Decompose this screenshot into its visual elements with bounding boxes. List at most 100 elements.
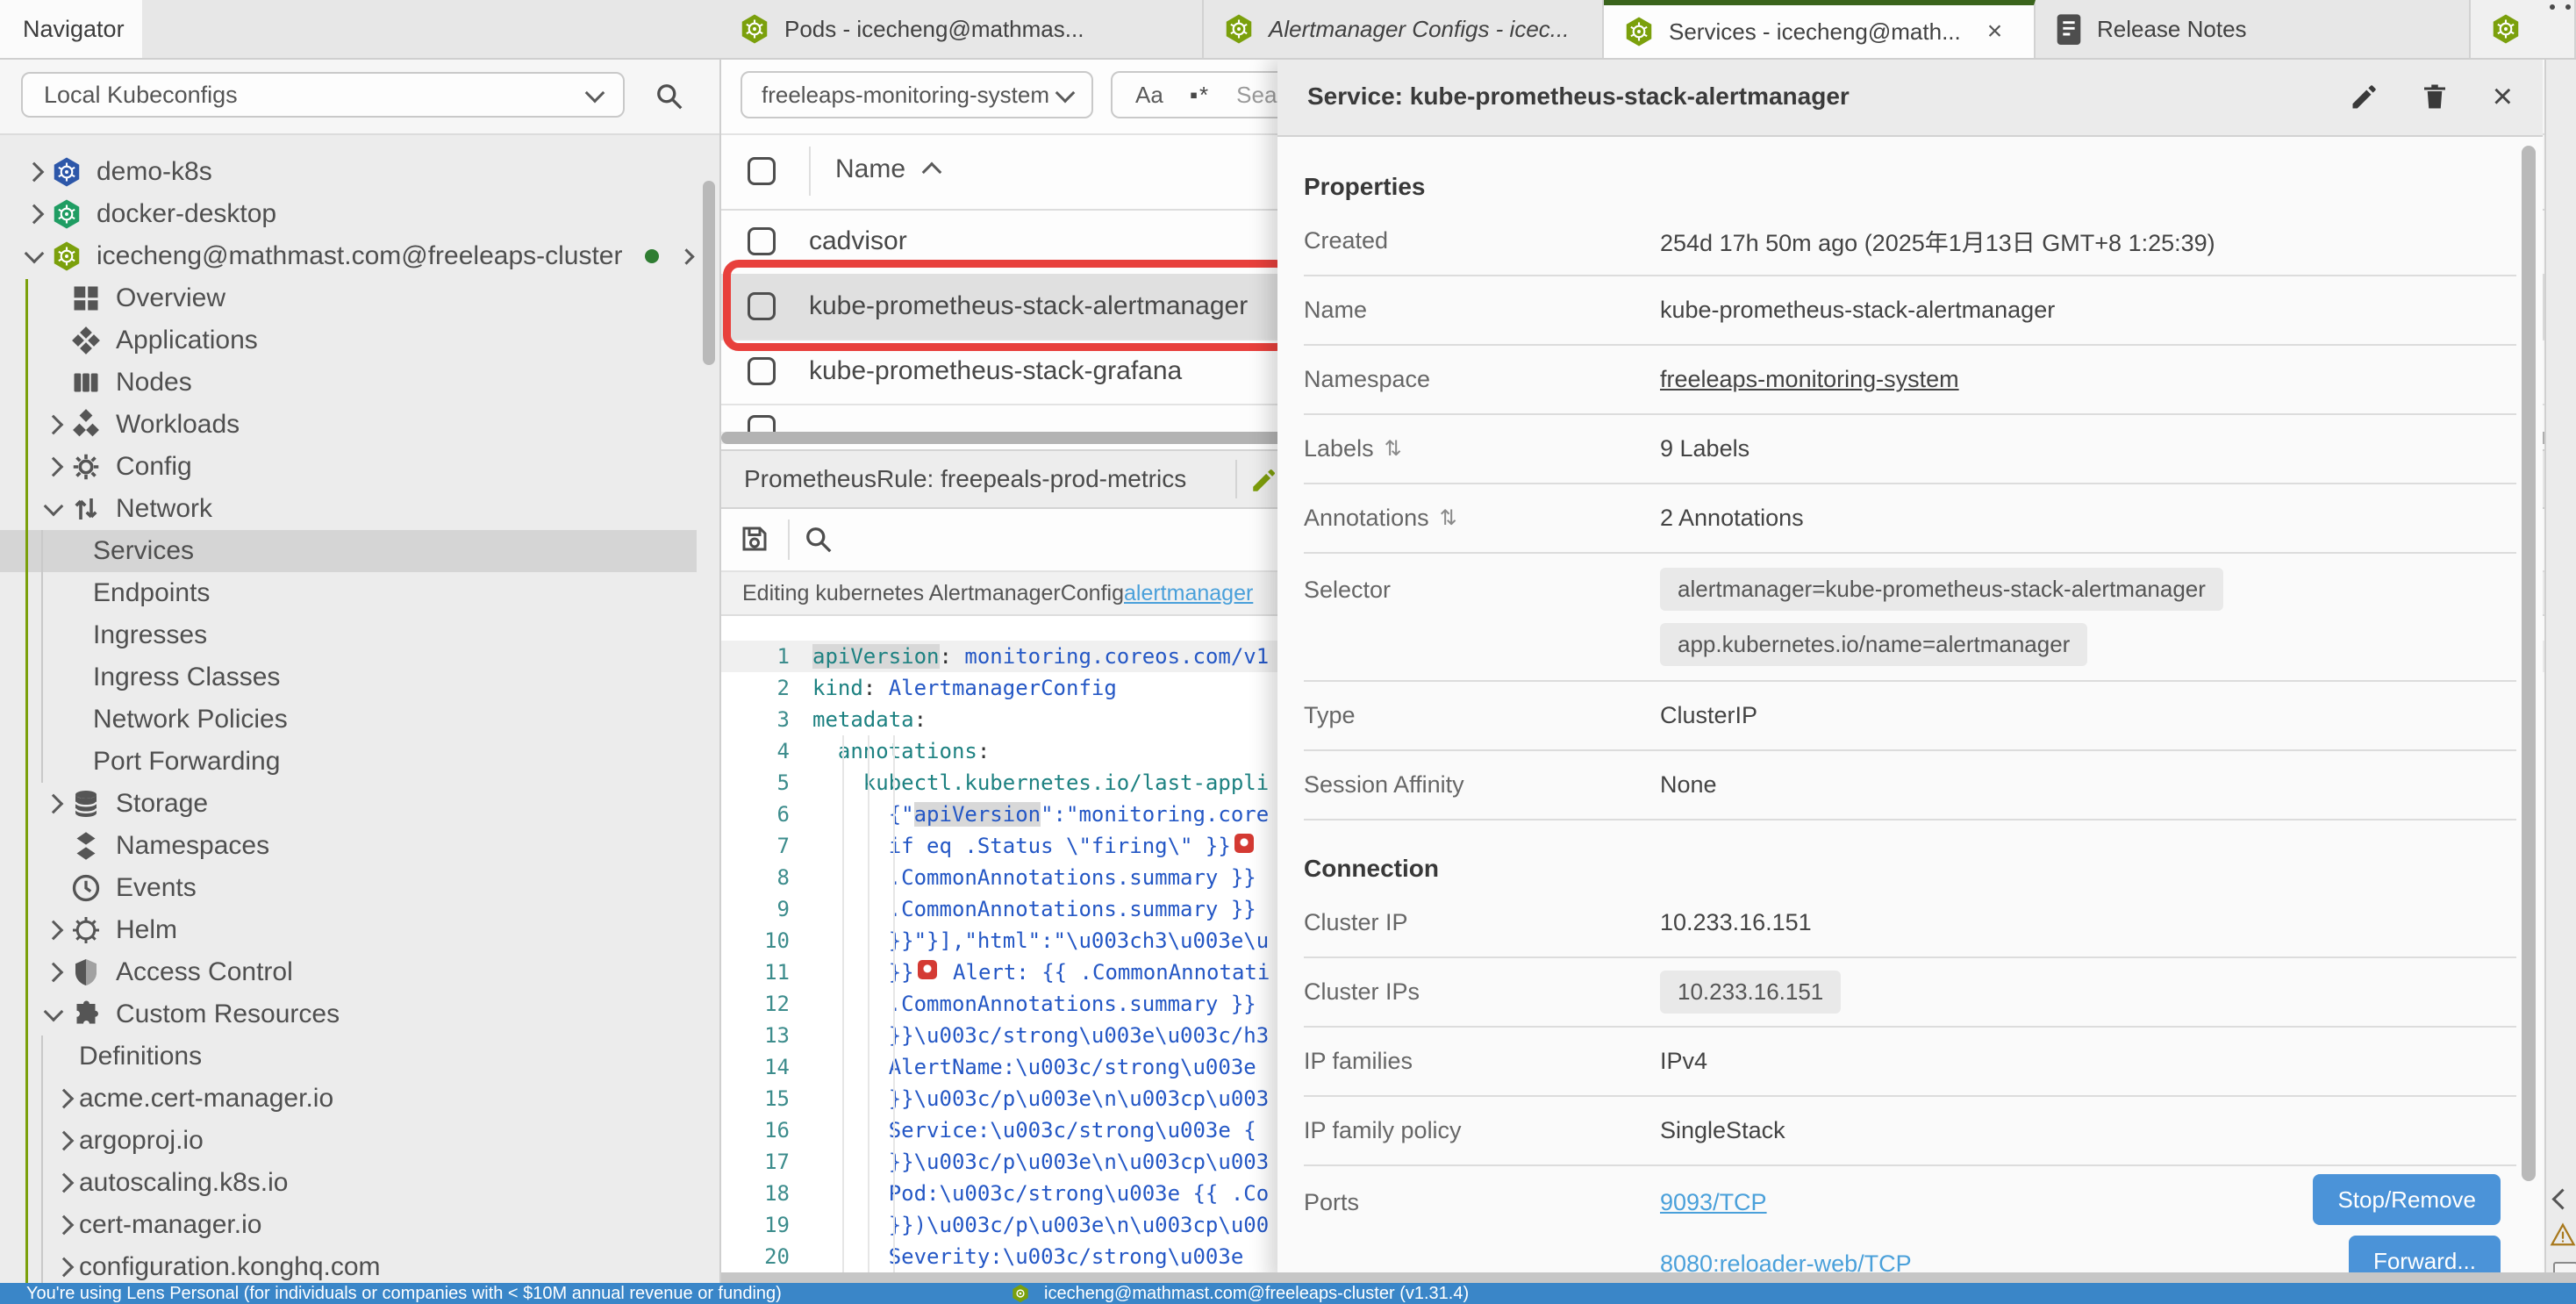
- tab-services-active[interactable]: Services - icecheng@math... ×: [1604, 0, 2036, 58]
- sidebar-item-acme-cert-manager-io[interactable]: acme.cert-manager.io: [0, 1078, 697, 1120]
- sidebar-item-applications[interactable]: Applications: [0, 319, 697, 362]
- sidebar-item-config[interactable]: Config: [0, 446, 697, 488]
- ip-family-policy-value: SingleStack: [1660, 1117, 1785, 1144]
- indent-guide: [868, 735, 869, 1272]
- namespace-link[interactable]: freeleaps-monitoring-system: [1660, 366, 1959, 393]
- chevron-right-icon[interactable]: [49, 1176, 79, 1190]
- sidebar-item-helm[interactable]: Helm: [0, 909, 697, 951]
- tab-alertmanager-configs[interactable]: Alertmanager Configs - icec...: [1204, 0, 1604, 58]
- sidebar-item-demo-k8s[interactable]: demo-k8s: [0, 151, 697, 193]
- sidebar-item-events[interactable]: Events: [0, 867, 697, 909]
- custom-icon: [70, 999, 102, 1030]
- chevron-down-icon[interactable]: [39, 1010, 68, 1019]
- expand-toggle-icon[interactable]: ⇅: [1385, 436, 1402, 462]
- chevron-right-icon[interactable]: [39, 965, 68, 979]
- edit-pencil-icon[interactable]: [2349, 81, 2380, 112]
- editing-info-text: Editing kubernetes AlertmanagerConfig: [742, 581, 1124, 606]
- sidebar-item-endpoints[interactable]: Endpoints: [0, 572, 697, 614]
- namespace-label: Namespace: [1304, 366, 1660, 393]
- kubernetes-icon: [1011, 1284, 1030, 1303]
- row-checkbox[interactable]: [748, 227, 776, 255]
- sidebar-item-access-control[interactable]: Access Control: [0, 951, 697, 993]
- tab-close-icon[interactable]: ×: [1987, 18, 2003, 45]
- chevron-right-icon[interactable]: [671, 251, 697, 262]
- port-link[interactable]: 9093/TCP: [1660, 1189, 1767, 1216]
- chevron-right-icon[interactable]: [39, 797, 68, 811]
- sidebar-item-ingress-classes[interactable]: Ingress Classes: [0, 656, 697, 699]
- row-checkbox[interactable]: [748, 357, 776, 385]
- chevron-right-icon[interactable]: [39, 460, 68, 474]
- type-label: Type: [1304, 702, 1660, 729]
- row-name: kube-prometheus-stack-alertmanager: [809, 291, 1248, 321]
- properties-heading: Properties: [1304, 167, 2516, 207]
- chevron-right-icon[interactable]: [49, 1218, 79, 1232]
- sidebar-item-argoproj-io[interactable]: argoproj.io: [0, 1120, 697, 1162]
- drawer-scrollbar[interactable]: [2522, 146, 2536, 1181]
- sidebar-item-custom-resources[interactable]: Custom Resources: [0, 993, 697, 1035]
- sidebar-item-autoscaling-k8s-io[interactable]: autoscaling.k8s.io: [0, 1162, 697, 1204]
- match-case-icon[interactable]: Aa: [1135, 82, 1163, 109]
- chevron-right-icon[interactable]: [19, 207, 49, 221]
- kubernetes-icon: [1223, 13, 1255, 45]
- chevron-right-icon[interactable]: [49, 1260, 79, 1274]
- drawer-body: Properties Created 254d 17h 50m ago (202…: [1277, 139, 2543, 1283]
- sidebar-item-docker-desktop[interactable]: docker-desktop: [0, 193, 697, 235]
- sidebar-item-cert-manager-io[interactable]: cert-manager.io: [0, 1204, 697, 1246]
- editor-search-icon[interactable]: [802, 523, 834, 555]
- sidebar-item-port-forwarding[interactable]: Port Forwarding: [0, 741, 697, 783]
- sidebar-scrollbar[interactable]: [703, 181, 715, 365]
- sidebar-item-ingresses[interactable]: Ingresses: [0, 614, 697, 656]
- bottom-horizontal-scrollbar[interactable]: [721, 1272, 2576, 1283]
- edit-pencil-icon[interactable]: [1249, 465, 1279, 495]
- stop-remove-button[interactable]: Stop/Remove: [2313, 1174, 2501, 1225]
- sidebar-item-label: Workloads: [116, 410, 240, 440]
- tab-partial[interactable]: [2471, 0, 2576, 58]
- sidebar-item-label: Ingress Classes: [93, 663, 280, 692]
- name-value: kube-prometheus-stack-alertmanager: [1660, 297, 2055, 324]
- chevron-right-icon[interactable]: [39, 418, 68, 432]
- sidebar-item-workloads[interactable]: Workloads: [0, 404, 697, 446]
- active-cluster-status[interactable]: icecheng@mathmast.com@freeleaps-cluster …: [1044, 1284, 1469, 1304]
- sidebar-item-overview[interactable]: Overview: [0, 277, 697, 319]
- chevron-right-icon[interactable]: [19, 165, 49, 179]
- column-name[interactable]: Name: [835, 154, 905, 184]
- close-icon[interactable]: ×: [2493, 79, 2513, 114]
- chevron-down-icon[interactable]: [39, 505, 68, 513]
- sidebar-item-network[interactable]: Network: [0, 488, 697, 530]
- sidebar-item-definitions[interactable]: Definitions: [0, 1035, 697, 1078]
- sidebar-item-services[interactable]: Services: [0, 530, 697, 572]
- row-checkbox[interactable]: [748, 415, 776, 432]
- search-icon[interactable]: [653, 80, 684, 111]
- cluster-ips-row: Cluster IPs 10.233.16.151: [1304, 958, 2516, 1028]
- sidebar-item-storage[interactable]: Storage: [0, 783, 697, 825]
- tab-release-notes[interactable]: Release Notes: [2036, 0, 2471, 58]
- sidebar-item-nodes[interactable]: Nodes: [0, 362, 697, 404]
- sidebar-item-network-policies[interactable]: Network Policies: [0, 699, 697, 741]
- chevron-right-icon[interactable]: [39, 923, 68, 937]
- sidebar-item-configuration-konghq-com[interactable]: configuration.konghq.com: [0, 1246, 697, 1283]
- row-checkbox[interactable]: [748, 292, 776, 320]
- sidebar-item-icecheng-mathmast-com-freeleaps-cluster[interactable]: icecheng@mathmast.com@freeleaps-cluster: [0, 235, 697, 277]
- chevron-left-icon[interactable]: [2551, 1188, 2572, 1209]
- right-edge-strip: [2544, 58, 2576, 1272]
- expand-toggle-icon[interactable]: ⇅: [1440, 505, 1457, 531]
- regex-icon[interactable]: ▪*: [1190, 82, 1210, 109]
- tab-pods[interactable]: Pods - icecheng@mathmas...: [719, 0, 1204, 58]
- namespaces-icon: [70, 830, 102, 862]
- access-icon: [70, 957, 102, 988]
- chevron-right-icon[interactable]: [49, 1092, 79, 1106]
- editing-info-link[interactable]: alertmanager: [1124, 581, 1253, 606]
- chevron-down-icon[interactable]: [19, 252, 49, 261]
- cluster-ips-badge: 10.233.16.151: [1660, 971, 1841, 1014]
- namespace-select[interactable]: freeleaps-monitoring-system: [741, 71, 1093, 118]
- save-icon[interactable]: [739, 523, 770, 555]
- select-all-checkbox[interactable]: [748, 157, 776, 185]
- connected-status-dot: [645, 249, 659, 263]
- ports-label: Ports: [1304, 1171, 1660, 1216]
- chevron-right-icon[interactable]: [49, 1134, 79, 1148]
- kubeconfig-select[interactable]: Local Kubeconfigs: [21, 72, 625, 118]
- sort-asc-icon[interactable]: [922, 162, 942, 183]
- k8s-icon: [51, 156, 82, 188]
- delete-trash-icon[interactable]: [2419, 81, 2451, 112]
- sidebar-item-namespaces[interactable]: Namespaces: [0, 825, 697, 867]
